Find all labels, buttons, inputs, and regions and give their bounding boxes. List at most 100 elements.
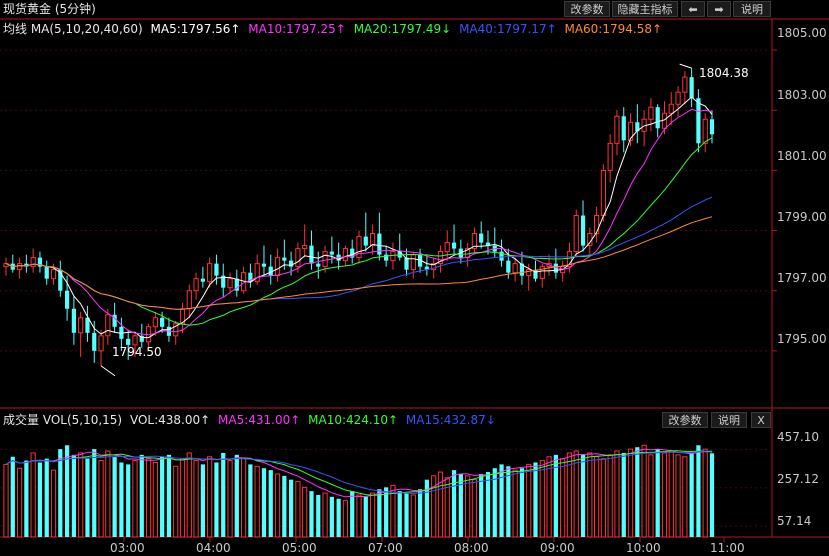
candle-body	[227, 278, 233, 289]
candle-body	[451, 242, 457, 249]
candle-body	[152, 317, 158, 328]
volume-bar	[539, 460, 545, 538]
candle-body	[92, 332, 97, 351]
volume-bar	[316, 494, 321, 537]
time-tick-label: 04:00	[196, 541, 231, 555]
time-tick-label: 10:00	[626, 541, 661, 555]
candle-body	[410, 254, 416, 271]
hide-indicator-button[interactable]: 隐藏主指标	[612, 1, 678, 17]
volume-bar	[397, 491, 402, 537]
ma60-value: MA60:1794.58↑	[564, 22, 663, 36]
volume-bar	[506, 466, 511, 537]
time-tick-label: 09:00	[540, 541, 575, 555]
volume-bar	[112, 456, 117, 537]
volume-bar	[119, 462, 124, 537]
candle-body	[329, 251, 334, 255]
vol-ma5-line	[5, 448, 713, 498]
volume-bar	[627, 448, 634, 538]
volume-bar	[322, 492, 328, 538]
time-tick-label: 07:00	[368, 541, 403, 555]
volume-bar	[44, 458, 49, 537]
candle-body	[44, 266, 49, 279]
candle-body	[207, 263, 213, 283]
candle-body	[580, 215, 586, 246]
candle-body	[621, 116, 626, 141]
candle-body	[132, 335, 138, 346]
candle-body	[404, 257, 409, 270]
volume-bar	[350, 491, 355, 537]
volume-bar	[92, 449, 97, 537]
volume-bar	[709, 453, 715, 537]
volume-bar	[329, 496, 334, 537]
volume-bar	[16, 467, 23, 538]
left-arrow-icon[interactable]: ⬅	[681, 1, 705, 17]
candle-body	[295, 248, 301, 268]
params-button[interactable]: 改参数	[564, 1, 610, 17]
price-tick-label: 1797.00	[777, 271, 827, 285]
volume-bar	[363, 496, 368, 537]
volume-bar	[160, 456, 165, 537]
help-button[interactable]: 说明	[733, 1, 771, 17]
volume-bar	[248, 464, 253, 537]
volume-bar	[465, 475, 471, 538]
candle-body	[105, 314, 111, 337]
volume-bar	[458, 473, 463, 537]
ma10-line	[5, 108, 713, 336]
volume-bar	[417, 489, 423, 537]
low-annotation: 1794.50	[112, 345, 162, 359]
volume-bar	[641, 444, 647, 538]
volume-bar	[533, 462, 538, 537]
vol-help-button[interactable]: 说明	[711, 412, 747, 428]
price-tick-label: 1805.00	[777, 26, 827, 40]
volume-bar	[173, 465, 179, 538]
volume-bar	[132, 460, 138, 538]
volume-bar	[186, 452, 192, 538]
vol-ma10-line	[5, 450, 713, 496]
candle-body	[390, 251, 396, 262]
volume-bar	[471, 479, 478, 538]
candle-body	[193, 278, 199, 292]
volume-bar	[105, 450, 111, 538]
right-arrow-icon[interactable]: ➡	[707, 1, 731, 17]
volume-bar	[560, 458, 566, 538]
volume-bar	[274, 473, 281, 538]
volume-bar	[207, 456, 213, 538]
volume-bar	[451, 470, 457, 537]
candle-body	[526, 269, 532, 277]
candle-body	[479, 233, 484, 243]
time-tick-label: 05:00	[282, 541, 317, 555]
volume-bar	[479, 473, 484, 537]
volume-bar	[404, 493, 409, 537]
volume-bar	[600, 458, 606, 538]
ma5-value: MA5:1797.56↑	[150, 22, 241, 36]
price-chart	[0, 18, 829, 542]
candle-body	[702, 118, 708, 144]
time-tick-label: 08:00	[454, 541, 489, 555]
candle-body	[50, 269, 57, 280]
volume-bar	[193, 460, 199, 538]
candle-body	[342, 248, 349, 262]
volume-bar	[648, 454, 654, 538]
candle-body	[369, 233, 376, 247]
volume-bar	[580, 454, 586, 537]
candle-body	[126, 338, 131, 345]
price-tick-label: 1795.00	[777, 332, 827, 346]
ma-legend-label: 均线 MA(5,10,20,40,60)	[3, 22, 143, 36]
volume-bar	[37, 462, 43, 537]
volume-bar	[661, 452, 668, 538]
candle-body	[160, 317, 165, 327]
volume-bar	[254, 465, 260, 538]
volume-bar	[179, 458, 186, 538]
volume-bar	[166, 454, 172, 537]
vol-params-button[interactable]: 改参数	[662, 412, 708, 428]
volume-bar	[424, 479, 429, 537]
vol-legend-label: 成交量 VOL(5,10,15)	[3, 413, 123, 427]
volume-bar	[635, 447, 640, 537]
ma-legend: 均线 MA(5,10,20,40,60) MA5:1797.56↑ MA10:1…	[3, 22, 662, 36]
price-tick-label: 1799.00	[777, 210, 827, 224]
volume-bar	[621, 452, 626, 537]
volume-bar	[58, 449, 63, 537]
volume-bar	[78, 452, 84, 538]
close-icon[interactable]: X	[751, 412, 771, 428]
volume-bar	[85, 458, 90, 537]
